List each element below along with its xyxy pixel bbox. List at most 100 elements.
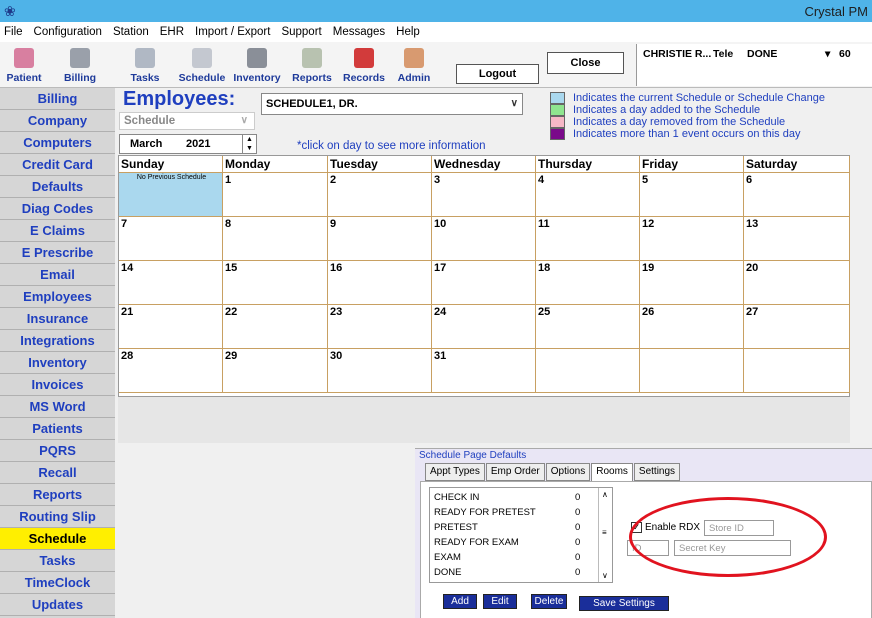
rooms-list[interactable]: CHECK IN 0 READY FOR PRETEST 0 PRETEST 0 READY… (429, 487, 613, 583)
sidebar-item-diag-codes[interactable]: Diag Codes (0, 198, 115, 220)
delete-room-button[interactable]: Delete (531, 594, 567, 609)
employee-select[interactable]: SCHEDULE1, DR. ∨ (261, 93, 523, 115)
sidebar-item-billing[interactable]: Billing (0, 88, 115, 110)
calendar-day-cell[interactable]: 5 (640, 173, 744, 217)
spinner-icon[interactable]: ▲ ▼ (242, 135, 256, 153)
toolbar-patient-button[interactable]: Patient (2, 44, 46, 86)
toolbar-tasks-button[interactable]: Tasks (126, 44, 164, 86)
toolbar-records-button[interactable]: Records (340, 44, 388, 86)
calendar-day-cell[interactable]: 15 (223, 261, 328, 305)
list-item[interactable]: PRETEST 0 (430, 521, 612, 533)
sidebar-item-defaults[interactable]: Defaults (0, 176, 115, 198)
save-settings-button[interactable]: Save Settings (579, 596, 669, 611)
rooms-scrollbar[interactable]: ∧ ≡ ∨ (598, 488, 612, 582)
list-item[interactable]: DONE 0 (430, 566, 612, 578)
calendar-day-cell[interactable]: 27 (744, 305, 850, 349)
sidebar-item-employees[interactable]: Employees (0, 286, 115, 308)
sidebar-item-integrations[interactable]: Integrations (0, 330, 115, 352)
calendar-day-cell[interactable]: 31 (432, 349, 536, 393)
calendar-day-cell[interactable]: 7 (119, 217, 223, 261)
sidebar-item-computers[interactable]: Computers (0, 132, 115, 154)
sidebar-item-e-prescribe[interactable]: E Prescribe (0, 242, 115, 264)
sidebar-item-ms-word[interactable]: MS Word (0, 396, 115, 418)
calendar-day-cell[interactable]: 29 (223, 349, 328, 393)
scroll-grip-icon[interactable]: ≡ (602, 528, 607, 537)
calendar-day-cell[interactable]: 2 (328, 173, 432, 217)
sidebar-item-e-claims[interactable]: E Claims (0, 220, 115, 242)
calendar-day-cell[interactable]: 9 (328, 217, 432, 261)
calendar-day-cell[interactable]: 22 (223, 305, 328, 349)
calendar-day-cell[interactable]: 11 (536, 217, 640, 261)
sidebar-item-inventory[interactable]: Inventory (0, 352, 115, 374)
sidebar-item-timeclock[interactable]: TimeClock (0, 572, 115, 594)
tab-emp-order[interactable]: Emp Order (485, 463, 545, 481)
sidebar-item-reports[interactable]: Reports (0, 484, 115, 506)
calendar-day-cell[interactable]: 30 (328, 349, 432, 393)
toolbar-inventory-button[interactable]: Inventory (232, 44, 282, 86)
calendar-day-cell[interactable]: 4 (536, 173, 640, 217)
sidebar-item-tasks[interactable]: Tasks (0, 550, 115, 572)
toolbar-billing-button[interactable]: Billing (58, 44, 102, 86)
calendar-day-cell[interactable]: 3 (432, 173, 536, 217)
calendar-day-cell[interactable]: 8 (223, 217, 328, 261)
sidebar-item-invoices[interactable]: Invoices (0, 374, 115, 396)
month-year-picker[interactable]: March 2021 ▲ ▼ (119, 134, 257, 154)
calendar-day-cell[interactable]: 18 (536, 261, 640, 305)
sidebar-item-schedule[interactable]: Schedule (0, 528, 115, 550)
list-item[interactable]: READY FOR EXAM 0 (430, 536, 612, 548)
sidebar-item-updates[interactable]: Updates (0, 594, 115, 616)
calendar-day-cell[interactable]: 12 (640, 217, 744, 261)
menu-file[interactable]: File (4, 26, 23, 38)
menu-messages[interactable]: Messages (333, 26, 385, 38)
sidebar-item-company[interactable]: Company (0, 110, 115, 132)
calendar-day-cell[interactable]: 25 (536, 305, 640, 349)
calendar-day-cell[interactable]: 20 (744, 261, 850, 305)
toolbar-schedule-button[interactable]: Schedule (178, 44, 226, 86)
logout-button[interactable]: Logout (456, 64, 539, 84)
calendar-day-cell[interactable]: 14 (119, 261, 223, 305)
status-state-select[interactable]: DONE (747, 48, 829, 60)
sidebar-item-insurance[interactable]: Insurance (0, 308, 115, 330)
calendar-day-cell[interactable]: 21 (119, 305, 223, 349)
chevron-down-icon[interactable]: ∨ (602, 571, 608, 580)
calendar-day-cell[interactable]: No Previous Schedule (119, 173, 223, 217)
add-room-button[interactable]: Add (443, 594, 477, 609)
sidebar-item-routing-slip[interactable]: Routing Slip (0, 506, 115, 528)
calendar-day-cell[interactable]: 6 (744, 173, 850, 217)
menu-configuration[interactable]: Configuration (34, 26, 102, 38)
list-item[interactable]: EXAM 0 (430, 551, 612, 563)
list-item[interactable]: CHECK IN 0 (430, 491, 612, 503)
close-button[interactable]: Close (547, 52, 624, 74)
calendar-day-cell[interactable]: 26 (640, 305, 744, 349)
calendar-day-cell[interactable]: 16 (328, 261, 432, 305)
calendar-day-cell[interactable]: 17 (432, 261, 536, 305)
sidebar-item-pqrs[interactable]: PQRS (0, 440, 115, 462)
sidebar-item-recall[interactable]: Recall (0, 462, 115, 484)
calendar-day-cell[interactable]: 28 (119, 349, 223, 393)
tab-appt-types[interactable]: Appt Types (425, 463, 485, 481)
tab-options[interactable]: Options (545, 463, 591, 481)
menu-support[interactable]: Support (281, 26, 321, 38)
edit-room-button[interactable]: Edit (483, 594, 517, 609)
chevron-up-icon[interactable]: ∧ (602, 490, 608, 499)
toolbar-admin-button[interactable]: Admin (396, 44, 432, 86)
calendar-day-cell[interactable]: 10 (432, 217, 536, 261)
menu-ehr[interactable]: EHR (160, 26, 184, 38)
tab-rooms[interactable]: Rooms (591, 463, 633, 481)
calendar-day-cell[interactable]: 1 (223, 173, 328, 217)
list-item[interactable]: READY FOR PRETEST 0 (430, 506, 612, 518)
calendar-day-cell[interactable] (640, 349, 744, 393)
calendar-day-cell[interactable] (744, 349, 850, 393)
schedule-select[interactable]: Schedule ∨ (119, 112, 255, 130)
menu-station[interactable]: Station (113, 26, 149, 38)
menu-import-export[interactable]: Import / Export (195, 26, 270, 38)
calendar-day-cell[interactable] (536, 349, 640, 393)
sidebar-item-email[interactable]: Email (0, 264, 115, 286)
calendar-day-cell[interactable]: 24 (432, 305, 536, 349)
calendar-day-cell[interactable]: 19 (640, 261, 744, 305)
sidebar-item-credit-card[interactable]: Credit Card (0, 154, 115, 176)
toolbar-reports-button[interactable]: Reports (290, 44, 334, 86)
calendar-day-cell[interactable]: 23 (328, 305, 432, 349)
tab-settings[interactable]: Settings (633, 463, 681, 481)
menu-help[interactable]: Help (396, 26, 420, 38)
